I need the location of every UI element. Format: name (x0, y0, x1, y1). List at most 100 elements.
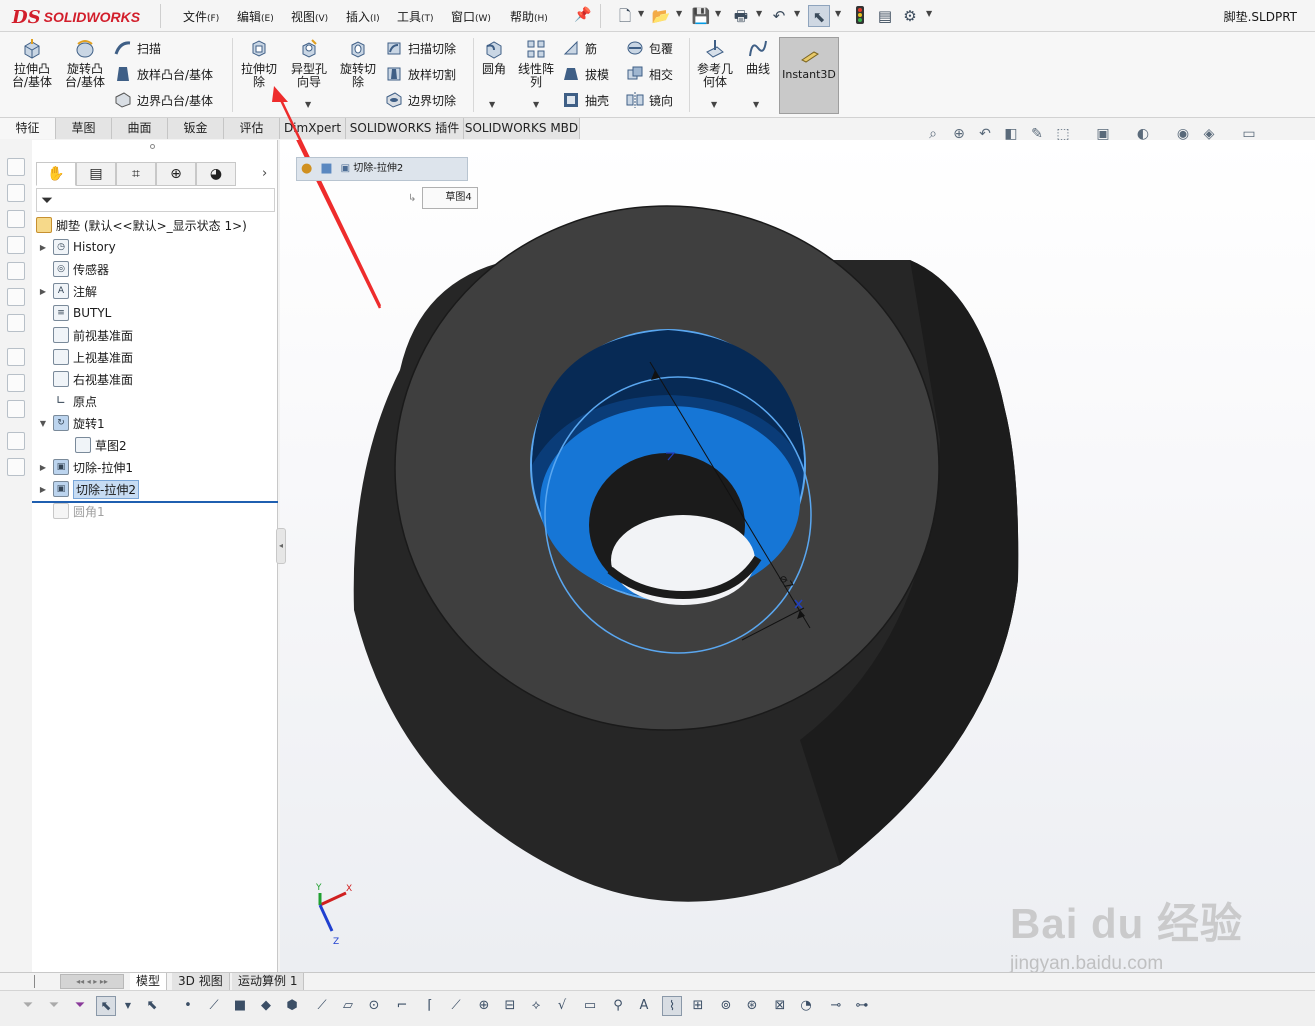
chevron-down-icon[interactable]: ▼ (638, 9, 644, 18)
tab-3d-views[interactable]: 3D 视图 (172, 973, 230, 990)
filter-surface-finish-icon[interactable]: √ (552, 996, 572, 1016)
chevron-down-icon[interactable]: ▼ (533, 100, 539, 109)
filter-dowel-pin-icon[interactable]: ⊛ (742, 996, 762, 1016)
menu-file[interactable]: 文件(F) (183, 8, 219, 25)
task-icon[interactable] (7, 210, 25, 228)
panel-splitter[interactable]: ◂ (276, 528, 286, 564)
tree-item-front-plane[interactable]: 前视基准面 (38, 325, 133, 345)
save-icon[interactable]: 💾 (690, 5, 712, 27)
chevron-down-icon[interactable]: ▼ (926, 9, 932, 18)
undo-icon[interactable]: ↶ (768, 5, 790, 27)
filter-block-icon[interactable]: ⊠ (770, 996, 790, 1016)
filter-axis-icon[interactable]: ⟋ (312, 996, 332, 1016)
select-cursor-icon[interactable]: ⬉ (142, 996, 162, 1016)
menu-edit[interactable]: 编辑(E) (237, 8, 274, 25)
shell-button[interactable]: 抽壳 (562, 90, 609, 110)
filter-dimension-icon[interactable]: ⟡ (526, 996, 546, 1016)
section-view-icon[interactable]: ◧ (1001, 124, 1021, 144)
view-orientation-icon[interactable]: ⬚ (1053, 124, 1073, 144)
feature-breadcrumb[interactable]: ▣ 切除-拉伸2 (337, 158, 408, 180)
tree-item-cut-extrude1[interactable]: ▶ ▣ 切除-拉伸1 (38, 457, 133, 477)
expand-arrow-icon[interactable]: ▶ (38, 243, 48, 252)
open-folder-icon[interactable]: 📂 (650, 5, 672, 27)
wrap-button[interactable]: 包覆 (626, 38, 673, 58)
filter-center-mark-icon[interactable]: ⊕ (474, 996, 494, 1016)
filter-icon[interactable]: ⏷ (44, 996, 64, 1016)
filter-sketch-icon[interactable]: ⌐ (392, 996, 412, 1016)
task-icon[interactable] (7, 184, 25, 202)
hide-show-items-icon[interactable]: ◐ (1133, 124, 1153, 144)
extrude-boss-button[interactable]: 拉伸凸 台/基体 (8, 38, 56, 89)
instant3d-button[interactable]: Instant3D (779, 37, 839, 114)
tab-scroll-arrows[interactable]: ◂◂ ◂ ▸ ▸▸ (60, 974, 124, 989)
select-cursor-icon[interactable]: ⬉ (808, 5, 830, 27)
filter-midpoint-icon[interactable]: ⟋ (446, 996, 466, 1016)
filter-icon[interactable]: ⏷ (70, 996, 90, 1016)
tree-item-right-plane[interactable]: 右视基准面 (38, 369, 133, 389)
task-icon[interactable] (7, 262, 25, 280)
new-document-icon[interactable]: 🗋 (614, 5, 636, 27)
featuremanager-tab-icon[interactable]: ✋ (36, 162, 76, 186)
part-breadcrumb-icon[interactable]: ● (297, 158, 316, 180)
task-icon[interactable] (7, 374, 25, 392)
filter-datum-icon[interactable]: ⊞ (688, 996, 708, 1016)
boundary-boss-button[interactable]: 边界凸台/基体 (114, 90, 213, 110)
chevron-down-icon[interactable]: ▼ (794, 9, 800, 18)
gear-icon[interactable]: ⚙ (899, 5, 921, 27)
curves-button[interactable]: 曲线 (741, 38, 775, 76)
pin-icon[interactable]: 📌 (574, 7, 591, 23)
filter-edge-icon[interactable]: ⟋ (204, 996, 224, 1016)
tab-motion-study[interactable]: 运动算例 1 (232, 973, 305, 990)
filter-plane-icon[interactable]: ▱ (338, 996, 358, 1016)
task-icon[interactable] (7, 288, 25, 306)
graphics-area[interactable]: ⌀7 X Y Z Bai du 经验 jingyan.baidu.com (280, 140, 1315, 974)
tree-item-revolve1[interactable]: ▼ ↻ 旋转1 (38, 413, 105, 433)
filter-note-icon[interactable]: A (634, 996, 654, 1016)
menu-help[interactable]: 帮助(H) (510, 8, 548, 25)
zoom-to-fit-icon[interactable]: ⌕ (923, 124, 943, 144)
task-icon[interactable] (7, 314, 25, 332)
print-icon[interactable]: 🖶 (730, 5, 752, 27)
view-settings-icon[interactable]: ▭ (1239, 124, 1259, 144)
previous-view-icon[interactable]: ↶ (975, 124, 995, 144)
tab-surfaces[interactable]: 曲面 (112, 118, 168, 139)
chevron-down-icon[interactable]: ▼ (715, 9, 721, 18)
filter-annotation-icon[interactable]: ⌇ (662, 996, 682, 1016)
filter-centerline-icon[interactable]: ⊟ (500, 996, 520, 1016)
filter-cog-icon[interactable]: ◔ (796, 996, 816, 1016)
chevron-down-icon[interactable]: ▼ (753, 100, 759, 109)
linear-pattern-button[interactable]: 线性阵列 (514, 38, 558, 89)
breadcrumb[interactable]: ● ■ ▣ 切除-拉伸2 (296, 157, 468, 181)
tree-filter[interactable]: ⏷ (36, 188, 275, 212)
chevron-down-icon[interactable]: ▼ (489, 100, 495, 109)
tree-item-annotations[interactable]: ▶ A 注解 (38, 281, 97, 301)
dimxpertmanager-tab-icon[interactable]: ⊕ (156, 162, 196, 186)
fillet-button[interactable]: 圆角 (477, 38, 511, 76)
filter-sketch-segment-icon[interactable]: ⌈ (420, 996, 440, 1016)
rebuild-traffic-light-icon[interactable] (849, 5, 871, 27)
tab-sheet-metal[interactable]: 钣金 (168, 118, 224, 139)
tab-features[interactable]: 特征 (0, 118, 56, 139)
intersect-button[interactable]: 相交 (626, 64, 673, 84)
filter-cosmetic-thread-icon[interactable]: ⊚ (716, 996, 736, 1016)
chevron-down-icon[interactable]: ▼ (756, 9, 762, 18)
filter-body-icon[interactable]: ⬢ (282, 996, 302, 1016)
dynamic-annotation-icon[interactable]: ✎ (1027, 124, 1047, 144)
rollback-bar[interactable] (32, 501, 278, 503)
chevron-down-icon[interactable]: ▼ (835, 9, 841, 18)
expand-arrow-icon[interactable]: ▶ (38, 463, 48, 472)
reference-geometry-button[interactable]: 参考几 何体 (693, 38, 737, 89)
tree-item-sketch2[interactable]: 草图2 (60, 435, 127, 455)
display-style-icon[interactable]: ▣ (1093, 124, 1113, 144)
solidworks-logo[interactable]: DS SOLIDWORKS (12, 5, 140, 29)
filter-connection-point-icon[interactable]: ⊸ (826, 996, 846, 1016)
filter-surface-icon[interactable]: ◆ (256, 996, 276, 1016)
filter-vertex-icon[interactable]: • (178, 996, 198, 1016)
collapse-arrow-icon[interactable]: ▼ (38, 419, 48, 428)
body-breadcrumb-icon[interactable]: ■ (316, 158, 336, 180)
expand-arrow-icon[interactable]: ▶ (38, 287, 48, 296)
sweep-button[interactable]: 扫描 (114, 38, 161, 58)
tree-item-top-plane[interactable]: 上视基准面 (38, 347, 133, 367)
configurationmanager-tab-icon[interactable]: ⌗ (116, 162, 156, 186)
menu-view[interactable]: 视图(V) (291, 8, 328, 25)
